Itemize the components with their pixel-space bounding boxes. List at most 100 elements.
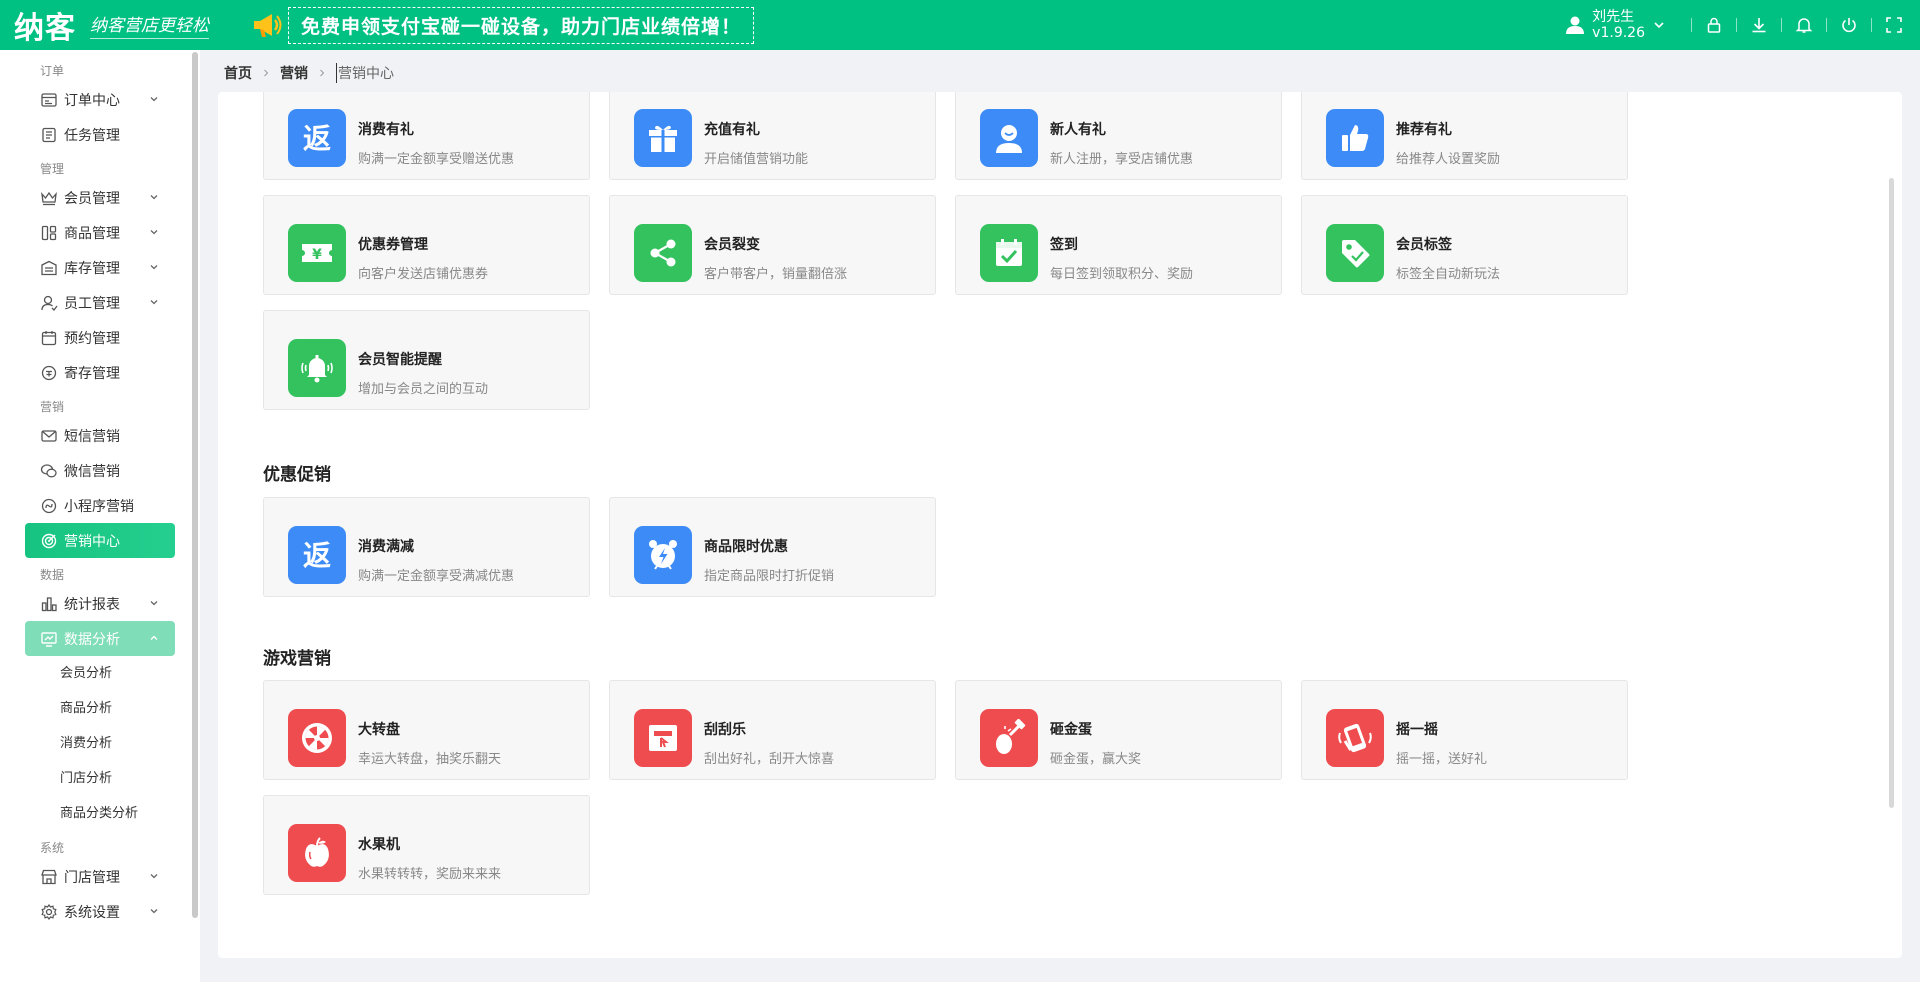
fullscreen-icon (1886, 17, 1902, 33)
card-recharge-gift[interactable]: 充值有礼 开启储值营销功能 (609, 92, 936, 180)
chevron-down-icon (150, 874, 158, 879)
chevron-down-icon (150, 265, 158, 270)
divider (1826, 18, 1827, 32)
calendar-icon (41, 330, 57, 345)
warehouse-icon (41, 260, 57, 275)
sidebar-item-stock-manage[interactable]: 库存管理 (25, 250, 175, 285)
promo-banner[interactable]: 免费申领支付宝碰一碰设备，助力门店业绩倍增！ (250, 6, 755, 44)
logo-slogan: 纳客营店更轻松 (90, 11, 209, 39)
task-icon (42, 127, 56, 142)
bar-chart-icon (41, 596, 57, 611)
chevron-up-icon (150, 635, 158, 640)
card-checkin[interactable]: 签到 每日签到领取积分、奖励 (955, 195, 1282, 295)
sidebar-item-label: 任务管理 (64, 127, 120, 144)
card-desc: 购满一定金额享受赠送优惠 (358, 152, 515, 167)
divider (1781, 18, 1782, 32)
card-golden-egg[interactable]: 砸金蛋 砸金蛋，赢大奖 (955, 680, 1282, 780)
card-coupon-manage[interactable]: ¥ 优惠券管理 向客户发送店铺优惠券 (263, 195, 590, 295)
panel-scrollbar[interactable] (1889, 178, 1894, 808)
calendar-check-icon (996, 239, 1022, 266)
fullscreen-button[interactable] (1884, 15, 1904, 35)
sidebar-subitem-category-analysis[interactable]: 商品分类分析 (0, 796, 200, 831)
sidebar-item-label: 营销中心 (64, 533, 120, 550)
sidebar-item-staff-manage[interactable]: 员工管理 (25, 285, 175, 320)
card-newbie-gift[interactable]: 新人有礼 新人注册，享受店铺优惠 (955, 92, 1282, 180)
tag-icon (1342, 240, 1370, 268)
sidebar-item-label: 微信营销 (64, 463, 120, 480)
brand-logo[interactable]: 纳客 纳客营店更轻松 (0, 3, 240, 47)
sidebar-item-store-manage[interactable]: 门店管理 (25, 859, 175, 894)
sidebar-subitem-consume-analysis[interactable]: 消费分析 (0, 726, 200, 761)
thumbs-up-icon (1342, 125, 1369, 151)
marketing-panel: 返 消费有礼 购满一定金额享受赠送优惠 充值有礼 开启储值营销功能 新人有礼 新… (218, 92, 1902, 958)
sidebar-item-label: 门店管理 (64, 869, 120, 886)
sidebar-item-label: 预约管理 (64, 330, 120, 347)
sidebar-scrollbar[interactable] (192, 52, 198, 918)
card-title: 会员智能提醒 (358, 352, 442, 368)
sidebar-item-goods-manage[interactable]: 商品管理 (25, 215, 175, 250)
sidebar-item-wechat-marketing[interactable]: 微信营销 (25, 453, 175, 488)
card-wheel[interactable]: 大转盘 幸运大转盘，抽奖乐翻天 (263, 680, 590, 780)
deposit-icon (41, 365, 57, 380)
chevron-down-icon (1654, 22, 1664, 29)
card-desc: 水果转转转，奖励来来来 (358, 867, 502, 882)
sidebar-item-deposit-manage[interactable]: 寄存管理 (25, 355, 175, 390)
breadcrumb-home[interactable]: 首页 (224, 63, 252, 83)
sidebar-item-marketing-center[interactable]: 营销中心 (25, 523, 175, 558)
sidebar-item-label: 库存管理 (64, 260, 120, 277)
top-header: 纳客 纳客营店更轻松 免费申领支付宝碰一碰设备，助力门店业绩倍增！ 刘先生 v1… (0, 0, 1920, 50)
sidebar-item-label: 小程序营销 (64, 498, 134, 515)
card-referral-gift[interactable]: 推荐有礼 给推荐人设置奖励 (1301, 92, 1628, 180)
sidebar-subitem-member-analysis[interactable]: 会员分析 (0, 656, 200, 691)
card-smart-remind[interactable]: 会员智能提醒 增加与会员之间的互动 (263, 310, 590, 410)
notification-button[interactable] (1794, 15, 1814, 35)
card-member-fission[interactable]: 会员裂变 客户带客户，销量翻倍涨 (609, 195, 936, 295)
section-title-game: 游戏营销 (263, 649, 331, 669)
apple-icon (305, 837, 329, 867)
egg-hammer-icon (996, 719, 1026, 754)
sidebar-item-label: 数据分析 (64, 631, 120, 648)
card-desc: 指定商品限时打折促销 (704, 569, 835, 584)
lock-icon (1707, 17, 1721, 33)
card-desc: 新人注册，享受店铺优惠 (1050, 152, 1194, 167)
card-flash-discount[interactable]: 商品限时优惠 指定商品限时打折促销 (609, 497, 936, 597)
breadcrumb-current: 营销中心 (336, 63, 394, 83)
download-button[interactable] (1749, 15, 1769, 35)
sidebar-item-miniapp-marketing[interactable]: 小程序营销 (25, 488, 175, 523)
sidebar-item-member-manage[interactable]: 会员管理 (25, 180, 175, 215)
card-fruit-machine[interactable]: 水果机 水果转转转，奖励来来来 (263, 795, 590, 895)
card-scratch[interactable]: 刮刮乐 刮出好礼，刮开大惊喜 (609, 680, 936, 780)
sidebar-subitem-goods-analysis[interactable]: 商品分析 (0, 691, 200, 726)
sidebar-item-label: 订单中心 (64, 92, 120, 109)
card-consume-gift[interactable]: 返 消费有礼 购满一定金额享受赠送优惠 (263, 92, 590, 180)
sidebar-item-data-analysis[interactable]: 数据分析 (25, 621, 175, 656)
card-title: 会员裂变 (704, 237, 760, 253)
breadcrumb-marketing[interactable]: 营销 (280, 63, 308, 83)
card-shake[interactable]: 摇一摇 摇一摇，送好礼 (1301, 680, 1628, 780)
sidebar-item-task-manage[interactable]: 任务管理 (25, 117, 175, 152)
share-icon (650, 239, 676, 267)
wechat-icon (40, 463, 57, 477)
sidebar-item-sms-marketing[interactable]: 短信营销 (25, 418, 175, 453)
logout-button[interactable] (1839, 15, 1859, 35)
lock-button[interactable] (1704, 15, 1724, 35)
user-menu[interactable]: 刘先生 v1.9.26 (1564, 9, 1665, 41)
card-desc: 摇一摇，送好礼 (1396, 752, 1488, 767)
sidebar-item-order-center[interactable]: 订单中心 (25, 82, 175, 117)
sidebar-subitem-store-analysis[interactable]: 门店分析 (0, 761, 200, 796)
card-member-tag[interactable]: 会员标签 标签全自动新玩法 (1301, 195, 1628, 295)
sidebar-item-stats-report[interactable]: 统计报表 (25, 586, 175, 621)
bell-icon (1795, 18, 1813, 33)
miniapp-icon (41, 498, 57, 513)
monitor-chart-icon (41, 631, 57, 647)
sidebar-item-booking-manage[interactable]: 预约管理 (25, 320, 175, 355)
sidebar-item-system-settings[interactable]: 系统设置 (25, 894, 175, 929)
card-title: 摇一摇 (1396, 722, 1438, 738)
sidebar: 订单 订单中心 任务管理 管理 会员管理 商品管理 库存管理 员工管理 预约管理… (0, 50, 200, 982)
svg-text:返: 返 (303, 122, 331, 155)
power-icon (1842, 18, 1856, 33)
card-full-reduction[interactable]: 返 消费满减 购满一定金额享受满减优惠 (263, 497, 590, 597)
mail-icon (41, 429, 57, 442)
card-title: 推荐有礼 (1396, 122, 1452, 138)
crown-icon (41, 191, 57, 205)
